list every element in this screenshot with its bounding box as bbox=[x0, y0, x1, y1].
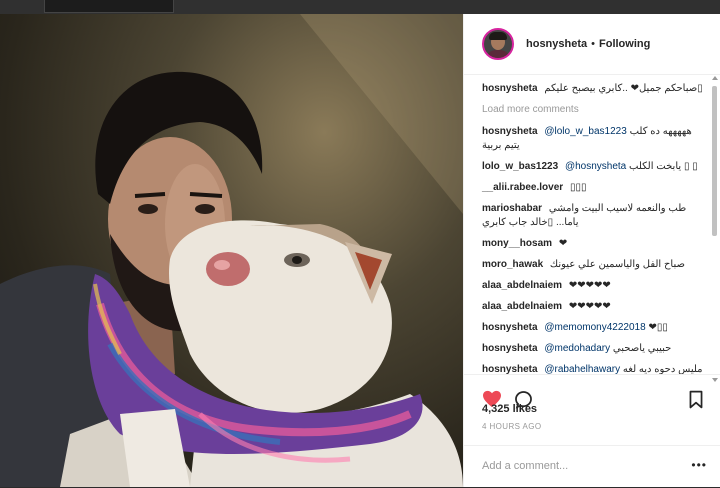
comment-username[interactable]: lolo_w_bas1223 bbox=[482, 161, 558, 172]
comment-text: ▯▯▯ bbox=[569, 182, 587, 193]
caption: hosnysheta صباحكم جميل❤ ..كابري بيصبح عل… bbox=[482, 82, 704, 96]
more-options-icon[interactable]: ••• bbox=[691, 458, 707, 472]
comment-item: alaa_abdelnaiem ❤❤❤❤❤ bbox=[482, 279, 704, 293]
comment-text: صباحكم جميل❤ ..كابري بيصبح عليكم▯ bbox=[544, 83, 703, 94]
comment-mention[interactable]: @lolo_w_bas1223 bbox=[544, 126, 626, 137]
comment-username[interactable]: __alii.rabee.lover bbox=[482, 182, 563, 193]
comment-username[interactable]: alaa_abdelnaiem bbox=[482, 301, 562, 312]
post-time[interactable]: 4 HOURS AGO bbox=[482, 422, 542, 431]
comment-item: marioshabar طب والنعمه لاسيب البيت وامشي… bbox=[482, 202, 704, 230]
photo-illustration bbox=[0, 14, 463, 487]
comment-username[interactable]: moro_hawak bbox=[482, 259, 543, 270]
comment-username[interactable]: mony__hosam bbox=[482, 238, 552, 249]
following-button[interactable]: Following bbox=[599, 38, 650, 50]
comment-item: hosnysheta @lolo_w_bas1223 هههههه ده كلب… bbox=[482, 125, 704, 153]
comment-username[interactable]: marioshabar bbox=[482, 203, 542, 214]
comment-item: hosnysheta @medohadary حبيبي ياصحبي bbox=[482, 342, 704, 356]
add-comment-input[interactable]: Add a comment... bbox=[482, 460, 672, 472]
comment-text: ❤▯▯ bbox=[648, 322, 668, 333]
comment-text: حبيبي ياصحبي bbox=[612, 343, 672, 354]
comment-item: hosnysheta @memomony4222018 ❤▯▯ bbox=[482, 321, 704, 335]
avatar[interactable] bbox=[482, 28, 514, 60]
comment-username[interactable]: hosnysheta bbox=[482, 343, 538, 354]
scrollbar-thumb[interactable] bbox=[712, 86, 717, 236]
comment-text: يابخت الكلب ▯ ▯ bbox=[629, 161, 698, 172]
comments-scrollbar[interactable] bbox=[711, 76, 719, 382]
previous-post-thumbnail[interactable] bbox=[44, 0, 174, 13]
comment-text: ❤❤❤❤❤ bbox=[568, 301, 611, 312]
post-modal: hosnysheta • Following hosnysheta صباحكم… bbox=[0, 14, 720, 487]
add-comment-bar: Add a comment... ••• bbox=[464, 445, 720, 488]
scroll-up-icon[interactable] bbox=[712, 76, 718, 80]
header-separator: • bbox=[591, 38, 595, 50]
load-more-comments[interactable]: Load more comments bbox=[482, 103, 704, 117]
comment-username[interactable]: hosnysheta bbox=[482, 322, 538, 333]
post-photo[interactable] bbox=[0, 14, 463, 487]
comment-item: moro_hawak صباح الفل والياسمين علي عيونك bbox=[482, 258, 704, 272]
bookmark-icon[interactable] bbox=[688, 390, 704, 409]
likes-count[interactable]: 4,325 likes bbox=[482, 403, 537, 415]
header-username[interactable]: hosnysheta bbox=[526, 38, 587, 50]
comment-mention[interactable]: @memomony4222018 bbox=[544, 322, 645, 333]
comment-text: ❤ bbox=[558, 238, 568, 249]
comment-username[interactable]: alaa_abdelnaiem bbox=[482, 280, 562, 291]
comment-text: صباح الفل والياسمين علي عيونك bbox=[549, 259, 685, 270]
comment-item: __alii.rabee.lover ▯▯▯ bbox=[482, 181, 704, 195]
comment-mention[interactable]: @hosnysheta bbox=[565, 161, 626, 172]
comments-list: hosnysheta صباحكم جميل❤ ..كابري بيصبح عل… bbox=[482, 82, 704, 384]
comment-mention[interactable]: @medohadary bbox=[544, 343, 610, 354]
comment-username[interactable]: hosnysheta bbox=[482, 83, 538, 94]
top-strip bbox=[0, 0, 720, 14]
comment-username[interactable]: hosnysheta bbox=[482, 126, 538, 137]
post-header: hosnysheta • Following bbox=[464, 14, 720, 75]
comment-text: ❤❤❤❤❤ bbox=[568, 280, 611, 291]
post-sidebar: hosnysheta • Following hosnysheta صباحكم… bbox=[463, 14, 720, 487]
comment-item: lolo_w_bas1223 @hosnysheta يابخت الكلب ▯… bbox=[482, 160, 704, 174]
comment-item: alaa_abdelnaiem ❤❤❤❤❤ bbox=[482, 300, 704, 314]
comment-item: mony__hosam ❤ bbox=[482, 237, 704, 251]
